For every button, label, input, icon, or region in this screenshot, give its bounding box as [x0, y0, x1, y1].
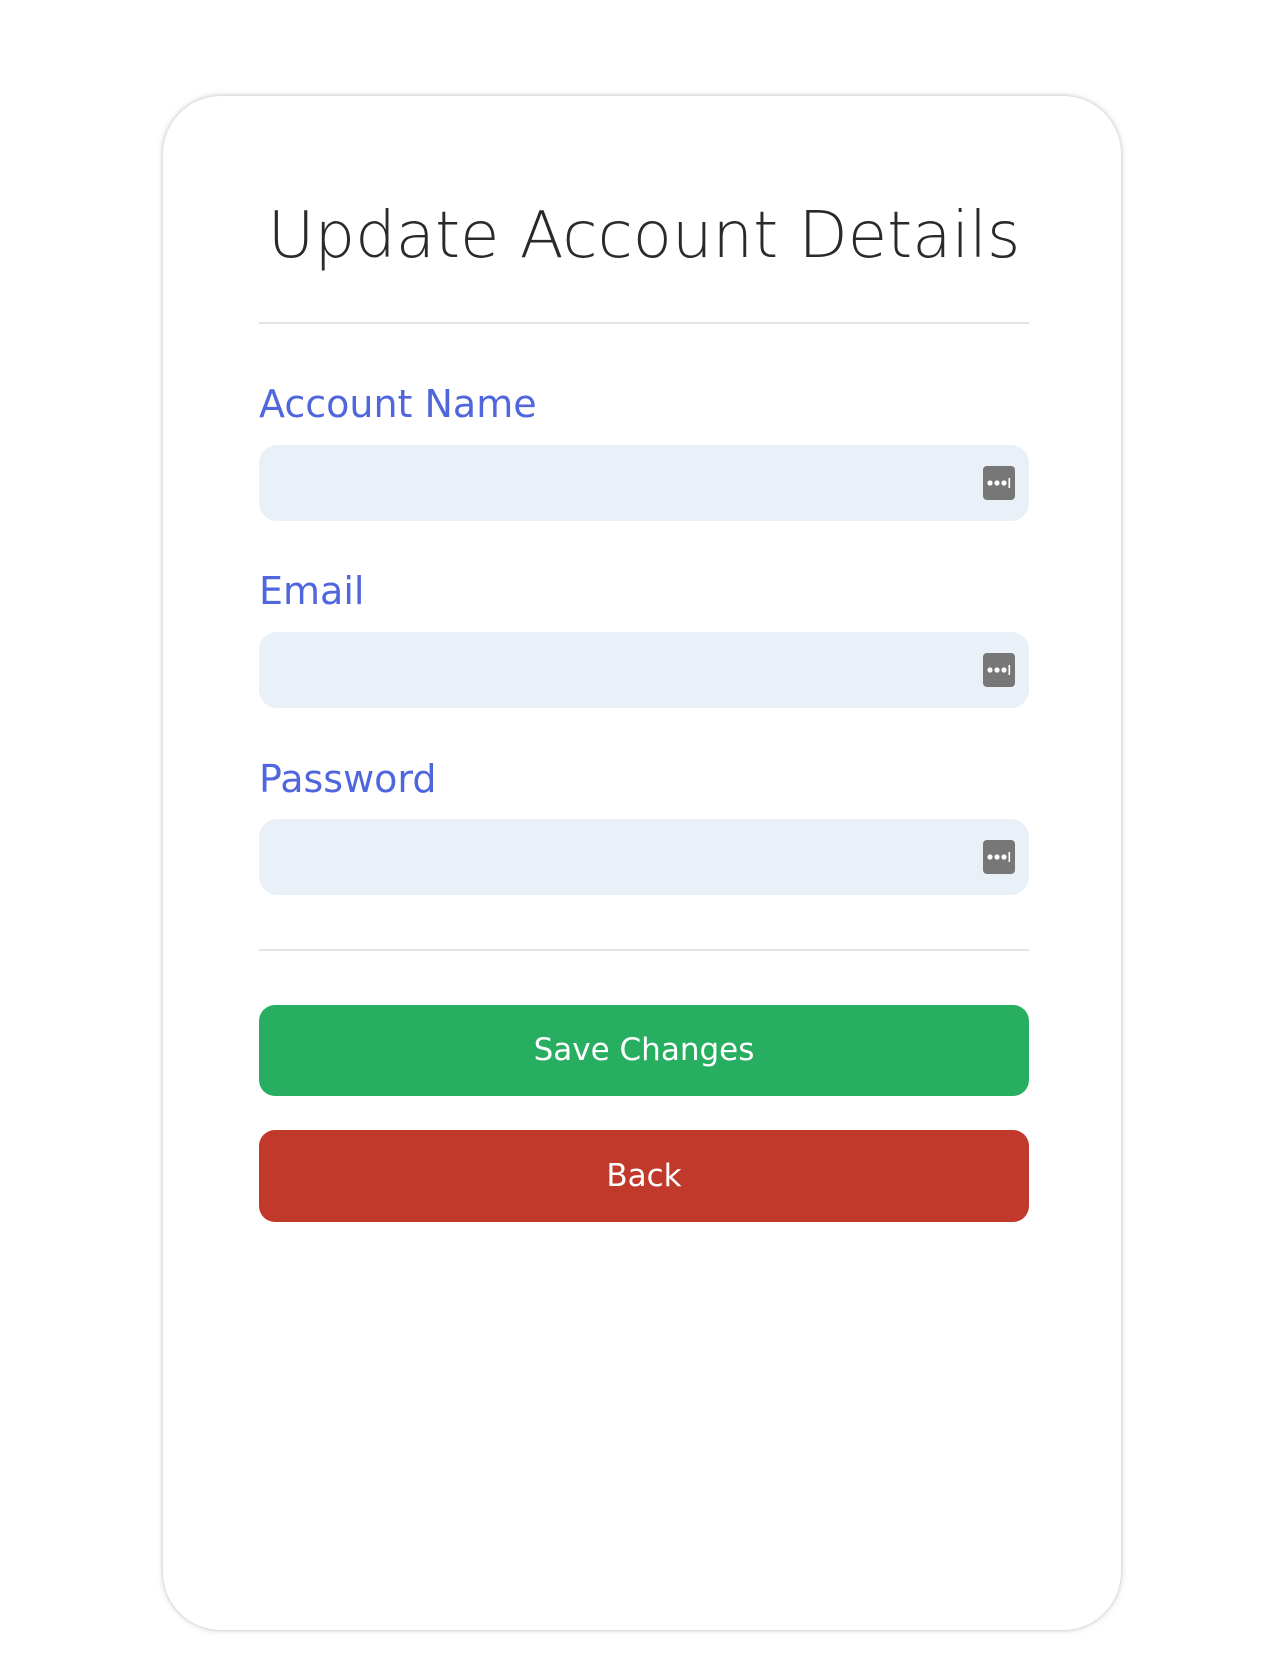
password-field[interactable]	[259, 819, 1029, 895]
email-label: Email	[259, 569, 365, 613]
update-account-card: Update Account Details Account Name Emai…	[163, 96, 1121, 1630]
page-title: Update Account Details	[267, 199, 1021, 273]
email-input[interactable]	[259, 632, 1029, 708]
account-name-input[interactable]	[259, 445, 1029, 521]
password-input[interactable]	[259, 819, 1029, 895]
email-field[interactable]	[259, 632, 1029, 708]
form-container: Update Account Details Account Name Emai…	[259, 96, 1029, 1630]
title-divider	[259, 322, 1029, 324]
back-button[interactable]: Back	[259, 1130, 1029, 1222]
account-name-label: Account Name	[259, 382, 537, 426]
password-manager-icon[interactable]	[983, 466, 1015, 500]
save-changes-button[interactable]: Save Changes	[259, 1005, 1029, 1096]
password-manager-icon[interactable]	[983, 653, 1015, 687]
form-divider	[259, 949, 1029, 951]
account-name-field[interactable]	[259, 445, 1029, 521]
password-label: Password	[259, 757, 437, 801]
password-manager-icon[interactable]	[983, 840, 1015, 874]
